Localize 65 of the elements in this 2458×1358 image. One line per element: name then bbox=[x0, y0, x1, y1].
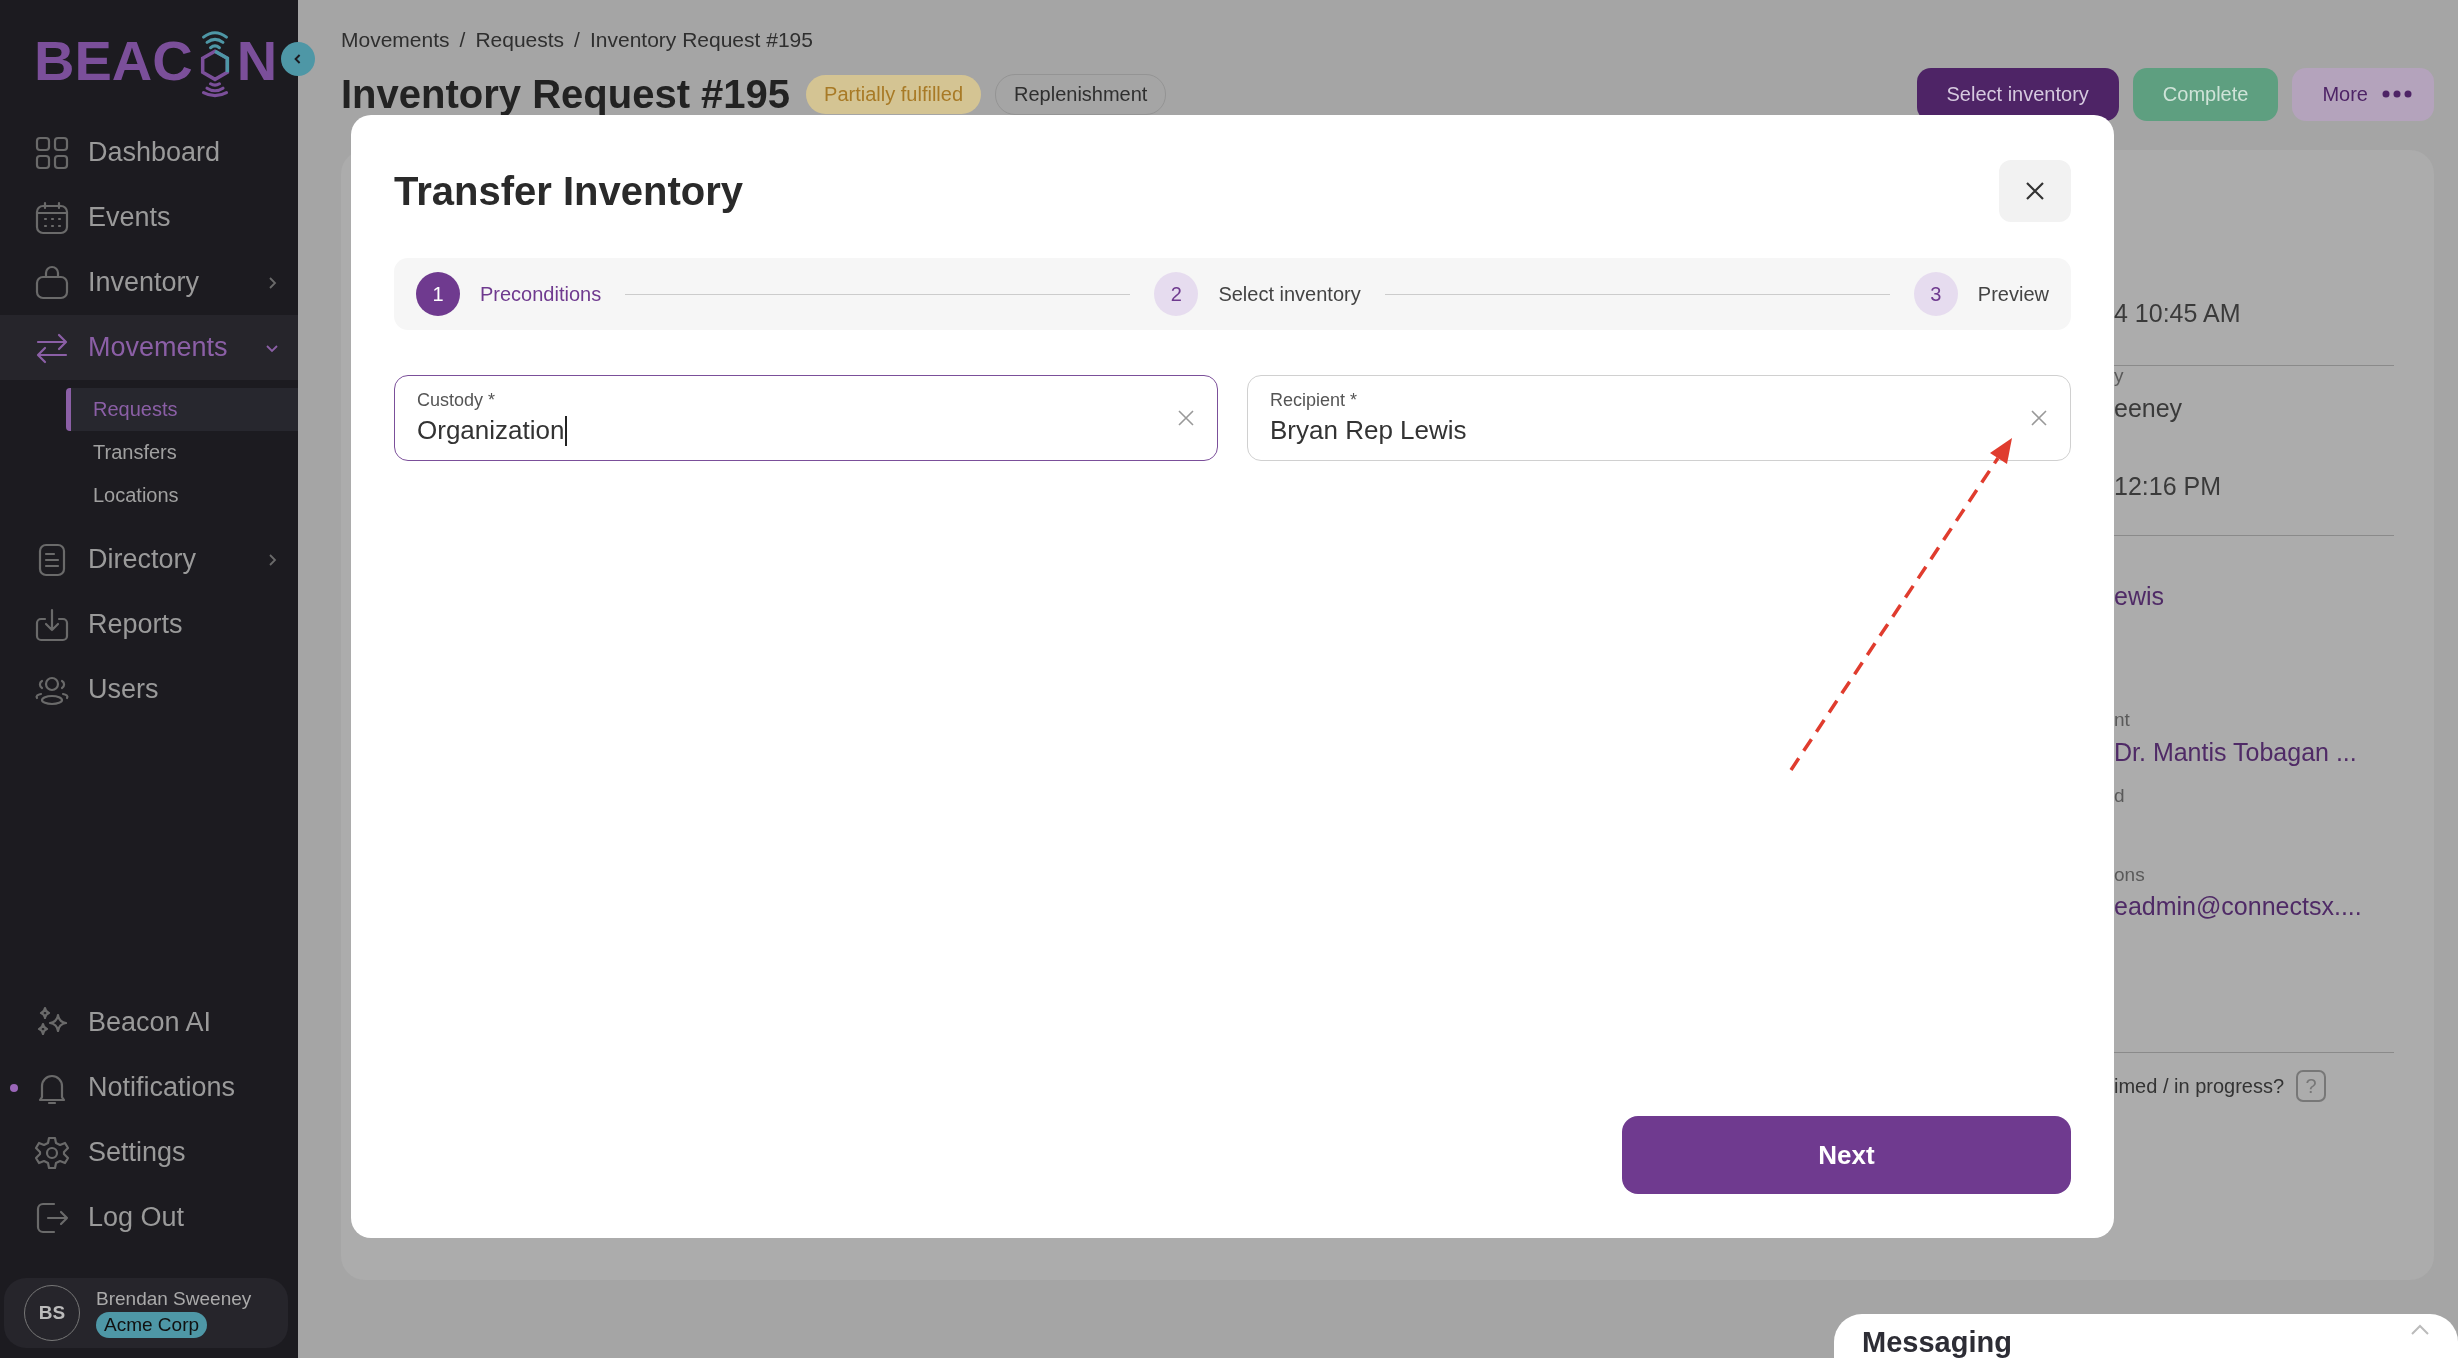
calendar-icon bbox=[34, 199, 70, 236]
select-field[interactable]: Recipient * Bryan Rep Lewis bbox=[1247, 375, 2071, 461]
chevron-up-icon[interactable] bbox=[2410, 1324, 2430, 1336]
gear-icon bbox=[34, 1134, 70, 1171]
breadcrumb-link[interactable]: Requests bbox=[475, 28, 565, 52]
user-card[interactable]: BS Brendan Sweeney Acme Corp bbox=[4, 1278, 288, 1348]
messaging-title: Messaging bbox=[1862, 1325, 2012, 1358]
step-label: Preview bbox=[1977, 282, 2049, 306]
detail-link[interactable]: ewis bbox=[2114, 581, 2164, 611]
detail-label: y bbox=[2114, 365, 2124, 387]
organization-badge: Acme Corp bbox=[96, 1312, 208, 1338]
logo-text: BEAC bbox=[34, 27, 193, 93]
sidebar-subitem[interactable]: Locations bbox=[66, 474, 298, 517]
sidebar-item[interactable]: Inventory bbox=[0, 250, 298, 315]
breadcrumb-separator: / bbox=[574, 28, 580, 52]
step-number: 2 bbox=[1154, 272, 1199, 316]
tag-badge: Replenishment bbox=[995, 73, 1167, 115]
sidebar-item[interactable]: Beacon AI bbox=[0, 990, 298, 1055]
step-label: Select inventory bbox=[1218, 282, 1361, 306]
action-button[interactable]: Select inventory bbox=[1916, 67, 2119, 121]
sidebar-item[interactable]: Users bbox=[0, 657, 298, 722]
collapse-sidebar-button[interactable] bbox=[281, 42, 315, 76]
clear-icon[interactable] bbox=[2030, 409, 2048, 427]
step-label: Preconditions bbox=[480, 282, 602, 306]
step-number: 3 bbox=[1913, 272, 1958, 316]
messaging-panel[interactable]: Messaging bbox=[1834, 1314, 2458, 1358]
sidebar-item[interactable]: Directory bbox=[0, 527, 298, 592]
detail-label: d bbox=[2114, 785, 2125, 807]
sidebar-item[interactable]: Log Out bbox=[0, 1185, 298, 1250]
next-button[interactable]: Next bbox=[1622, 1116, 2071, 1194]
clear-icon[interactable] bbox=[1177, 409, 1195, 427]
sidebar-item[interactable]: Settings bbox=[0, 1120, 298, 1185]
status-badge: Partially fulfilled bbox=[806, 74, 981, 114]
bag-icon bbox=[34, 264, 70, 301]
detail-label: ons bbox=[2114, 864, 2145, 886]
detail-value: 4 10:45 AM bbox=[2114, 298, 2241, 328]
step[interactable]: 1 Preconditions bbox=[416, 272, 602, 316]
breadcrumb-separator: / bbox=[459, 28, 466, 52]
sidebar-subitem[interactable]: Transfers bbox=[66, 431, 298, 474]
breadcrumb-link[interactable]: Inventory Request #195 bbox=[589, 28, 813, 52]
step[interactable]: 3 Preview bbox=[1913, 272, 2049, 316]
dialog-title: Transfer Inventory bbox=[394, 168, 743, 214]
sidebar-item[interactable]: Notifications bbox=[0, 1055, 298, 1120]
logo-text: N bbox=[236, 27, 278, 93]
sidebar-item[interactable]: Dashboard bbox=[0, 120, 298, 185]
sidebar-item[interactable]: Movements bbox=[0, 315, 298, 380]
download-icon bbox=[34, 606, 70, 643]
select-field[interactable]: Custody * Organization bbox=[394, 375, 1218, 461]
step[interactable]: 2 Select inventory bbox=[1154, 272, 1361, 316]
sidebar-item[interactable]: Events bbox=[0, 185, 298, 250]
page-title: Inventory Request #195 bbox=[341, 71, 791, 117]
sidebar-item[interactable]: Reports bbox=[0, 592, 298, 657]
detail-value: 12:16 PM bbox=[2114, 471, 2221, 501]
user-name: Brendan Sweeney bbox=[96, 1288, 252, 1310]
detail-link[interactable]: Dr. Mantis Tobagan ... bbox=[2114, 737, 2357, 767]
step-number: 1 bbox=[416, 272, 460, 316]
breadcrumb-link[interactable]: Movements bbox=[341, 28, 450, 52]
detail-link[interactable]: eadmin@connectsx.... bbox=[2114, 891, 2362, 921]
more-dots-icon bbox=[2382, 90, 2412, 98]
grid-icon bbox=[34, 134, 70, 171]
more-button[interactable]: More bbox=[2292, 67, 2434, 121]
detail-label: nt bbox=[2114, 709, 2130, 731]
close-button[interactable] bbox=[1999, 160, 2071, 222]
detail-value: eeney bbox=[2114, 393, 2183, 423]
question-text: imed / in progress? bbox=[2114, 1074, 2285, 1098]
